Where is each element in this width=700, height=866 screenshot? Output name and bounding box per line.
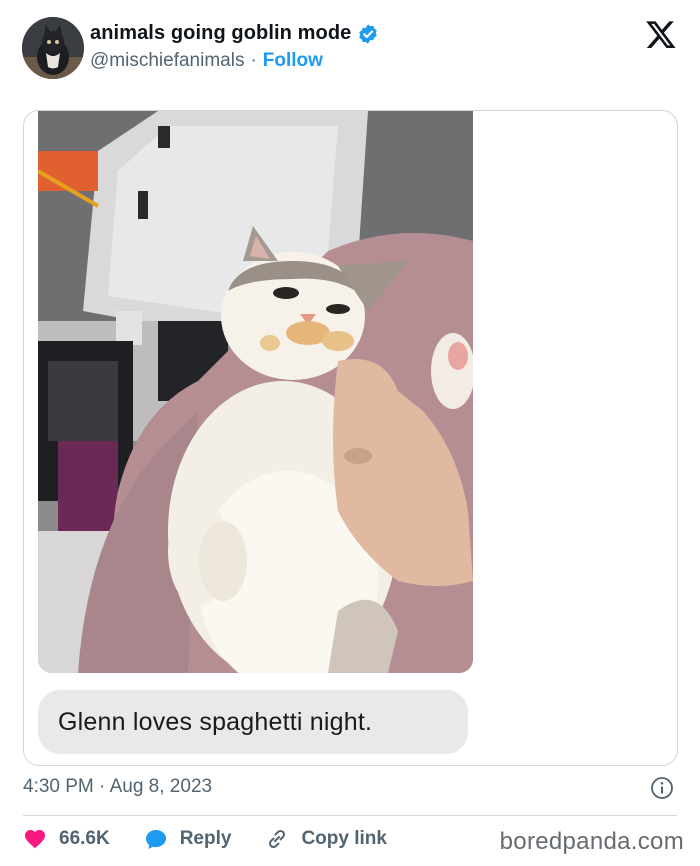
author-name-row: animals going goblin mode bbox=[90, 22, 379, 45]
info-icon[interactable] bbox=[650, 776, 674, 800]
like-count: 66.6K bbox=[59, 828, 110, 849]
author-display-name[interactable]: animals going goblin mode bbox=[90, 22, 351, 45]
cat-photo-illustration bbox=[38, 111, 473, 673]
copy-link-label: Copy link bbox=[301, 828, 387, 849]
like-button[interactable]: 66.6K bbox=[23, 827, 110, 851]
speech-bubble-icon bbox=[145, 830, 166, 849]
site-watermark: boredpanda.com bbox=[499, 828, 684, 855]
message-bubble: Glenn loves spaghetti night. bbox=[38, 690, 468, 754]
divider bbox=[23, 815, 677, 816]
tweet-actions: 66.6K Reply Copy link bbox=[23, 826, 421, 852]
reply-button[interactable]: Reply bbox=[144, 827, 232, 851]
tweet-timestamp[interactable]: 4:30 PM · Aug 8, 2023 bbox=[23, 776, 212, 798]
author-handle-row: @mischiefanimals · Follow bbox=[90, 50, 323, 72]
avatar-image bbox=[22, 17, 84, 79]
reply-label: Reply bbox=[179, 828, 232, 849]
link-icon bbox=[269, 829, 286, 849]
cat-photo bbox=[38, 111, 473, 673]
follow-button[interactable]: Follow bbox=[263, 50, 323, 72]
handle-separator: · bbox=[250, 50, 257, 71]
copy-link-button[interactable]: Copy link bbox=[265, 827, 387, 851]
heart-icon bbox=[25, 830, 45, 849]
author-handle[interactable]: @mischiefanimals bbox=[90, 50, 244, 72]
x-logo-icon[interactable] bbox=[645, 18, 677, 50]
tweet-media[interactable]: Glenn loves spaghetti night. bbox=[23, 110, 678, 766]
message-text: Glenn loves spaghetti night. bbox=[58, 708, 373, 736]
tweet-embed-card: animals going goblin mode @mischiefanima… bbox=[0, 0, 700, 866]
verified-badge-icon bbox=[357, 23, 379, 45]
author-avatar[interactable] bbox=[22, 17, 84, 79]
